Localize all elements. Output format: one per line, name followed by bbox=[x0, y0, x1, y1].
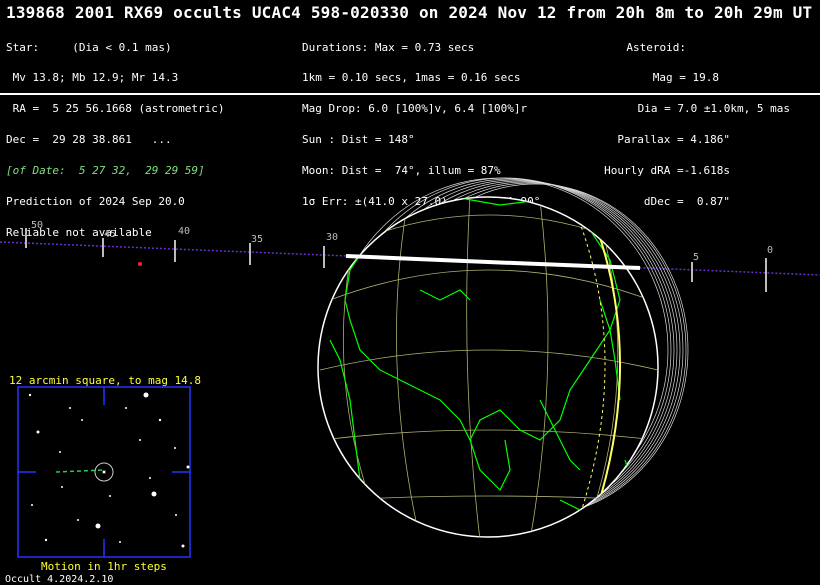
tick-label-0: 0 bbox=[767, 245, 773, 256]
finder-caption: Motion in 1hr steps bbox=[41, 560, 167, 573]
finder-title: 12 arcmin square, to mag 14.8 bbox=[9, 374, 202, 387]
occultation-map: 50 45 40 35 30 5 0 bbox=[0, 177, 820, 558]
tick-label-5: 5 bbox=[693, 252, 699, 263]
tick-label-40: 40 bbox=[178, 226, 190, 237]
tick-label-50: 50 bbox=[31, 220, 43, 231]
footer-version: Occult 4.2024.2.10 bbox=[5, 574, 114, 585]
red-marker-dot bbox=[138, 262, 142, 266]
tick-label-45: 45 bbox=[104, 229, 116, 240]
target-star bbox=[102, 470, 106, 474]
tick-label-35: 35 bbox=[251, 234, 263, 245]
tick-label-30: 30 bbox=[326, 232, 338, 243]
